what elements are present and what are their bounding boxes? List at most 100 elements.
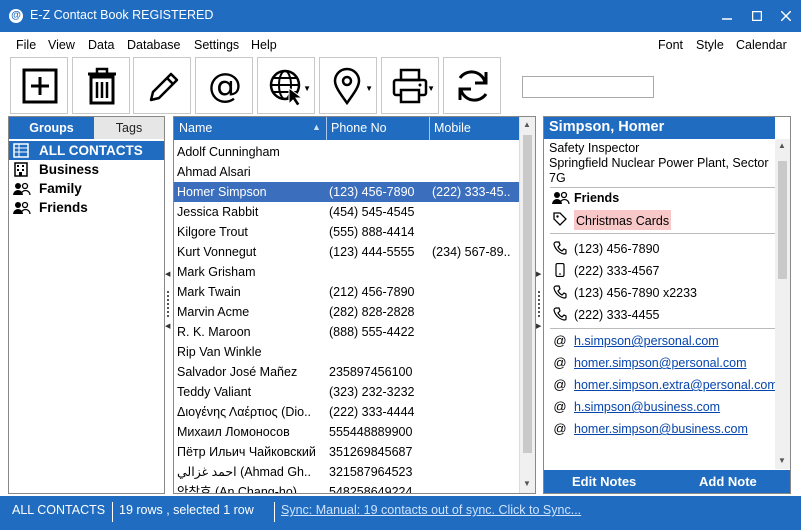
map-dropdown-arrow[interactable]: ▼ <box>365 84 373 93</box>
print-button[interactable]: ▼ <box>381 57 439 114</box>
map-button[interactable]: ▼ <box>319 57 377 114</box>
left-splitter[interactable]: ◀ ◀ <box>165 116 172 494</box>
email-link[interactable]: homer.simpson@business.com <box>574 419 748 439</box>
close-button[interactable] <box>771 0 801 32</box>
menu-database[interactable]: Database <box>127 38 181 52</box>
detail-scrollbar[interactable]: ▲ ▼ <box>775 139 790 469</box>
grid-scrollbar[interactable]: ▲ ▼ <box>519 117 535 493</box>
menu-bar: File View Data Database Settings Help Fo… <box>0 32 801 56</box>
scroll-up-icon[interactable]: ▲ <box>523 120 531 129</box>
menu-file[interactable]: File <box>16 38 36 52</box>
table-row[interactable]: Salvador José Mañez 235897456100 <box>174 362 520 382</box>
table-row[interactable]: Ahmad Alsari <box>174 162 520 182</box>
expand-right-icon[interactable]: ▶ <box>536 322 541 330</box>
sync-button[interactable] <box>443 57 501 114</box>
email-row[interactable]: @ homer.simpson@business.com <box>552 419 778 439</box>
table-row[interactable]: Mark Grisham <box>174 262 520 282</box>
menu-view[interactable]: View <box>48 38 75 52</box>
at-sign-icon: @ <box>553 333 567 348</box>
minimize-button[interactable] <box>712 0 742 32</box>
contacts-grid: Name ▲ Phone No Mobile Adolf Cunningham A… <box>173 116 536 494</box>
divider <box>550 233 775 234</box>
phone-icon <box>552 241 568 257</box>
web-dropdown-arrow[interactable]: ▼ <box>303 84 311 93</box>
email-row[interactable]: @ h.simpson@business.com <box>552 397 778 417</box>
phone-row[interactable]: (222) 333-4455 <box>552 305 778 325</box>
email-row[interactable]: @ h.simpson@personal.com <box>552 331 778 351</box>
scroll-up-icon[interactable]: ▲ <box>778 141 786 150</box>
email-link[interactable]: homer.simpson.extra@personal.com <box>574 375 778 395</box>
table-row[interactable]: 안창호 (An Chang-ho) 548258649224 <box>174 482 520 494</box>
menu-calendar[interactable]: Calendar <box>736 38 787 52</box>
tab-tags[interactable]: Tags <box>94 117 164 139</box>
phone-row[interactable]: (222) 333-4567 <box>552 261 778 281</box>
group-business[interactable]: Business <box>9 160 164 179</box>
phone-value: (222) 333-4567 <box>574 264 660 278</box>
phone-row[interactable]: (123) 456-7890 x2233 <box>552 283 778 303</box>
table-row[interactable]: Διογένης Λαέρτιος (Dio.. (222) 333-4444 <box>174 402 520 422</box>
tag-label: Christmas Cards <box>574 210 672 230</box>
menu-font[interactable]: Font <box>658 38 683 52</box>
group-all-contacts[interactable]: ALL CONTACTS <box>9 141 164 160</box>
menu-style[interactable]: Style <box>696 38 724 52</box>
column-header-name[interactable]: Name <box>179 121 212 135</box>
email-button[interactable]: @ <box>195 57 253 114</box>
contact-name: Simpson, Homer <box>544 117 775 139</box>
menu-help[interactable]: Help <box>251 38 277 52</box>
table-row[interactable]: Kurt Vonnegut (123) 444-5555 (234) 567-89.… <box>174 242 520 262</box>
table-row[interactable]: R. K. Maroon (888) 555-4422 <box>174 322 520 342</box>
table-row[interactable]: Пётр Ильич Чайковский 351269845687 <box>174 442 520 462</box>
cell-phone: (123) 456-7890 <box>329 185 415 199</box>
scroll-down-icon[interactable]: ▼ <box>778 456 786 465</box>
contact-tag[interactable]: Christmas Cards <box>552 210 778 230</box>
expand-left-icon[interactable]: ◀ <box>165 322 170 330</box>
group-family[interactable]: Family <box>9 179 164 198</box>
edit-notes-button[interactable]: Edit Notes <box>572 474 636 489</box>
table-row[interactable]: Adolf Cunningham <box>174 142 520 162</box>
table-row[interactable]: Rip Van Winkle <box>174 342 520 362</box>
contact-group[interactable]: Friends <box>552 188 778 208</box>
maximize-button[interactable] <box>742 0 772 32</box>
edit-contact-button[interactable] <box>133 57 191 114</box>
cell-phone: 321587964523 <box>329 465 413 479</box>
add-note-button[interactable]: Add Note <box>699 474 757 489</box>
email-link[interactable]: h.simpson@business.com <box>574 397 720 417</box>
table-row[interactable]: Mark Twain (212) 456-7890 <box>174 282 520 302</box>
cell-name: Marvin Acme <box>177 305 250 319</box>
table-row[interactable]: Jessica Rabbit (454) 545-4545 <box>174 202 520 222</box>
search-input[interactable] <box>522 76 654 98</box>
scroll-thumb[interactable] <box>778 161 787 279</box>
email-row[interactable]: @ homer.simpson@personal.com <box>552 353 778 373</box>
phone-row[interactable]: (123) 456-7890 <box>552 239 778 259</box>
column-header-phone[interactable]: Phone No <box>331 121 387 135</box>
table-row[interactable]: Михаил Ломоносов 555448889900 <box>174 422 520 442</box>
table-row[interactable]: Marvin Acme (282) 828-2828 <box>174 302 520 322</box>
at-sign-icon: @ <box>553 355 567 370</box>
scroll-thumb[interactable] <box>523 135 532 453</box>
column-header-mobile[interactable]: Mobile <box>434 121 471 135</box>
menu-settings[interactable]: Settings <box>194 38 239 52</box>
table-row[interactable]: Kilgore Trout (555) 888-4414 <box>174 222 520 242</box>
table-row[interactable]: Homer Simpson (123) 456-7890 (222) 333-45.… <box>174 182 520 202</box>
email-row[interactable]: @ homer.simpson.extra@personal.com <box>552 375 778 395</box>
table-row[interactable]: Teddy Valiant (323) 232-3232 <box>174 382 520 402</box>
cell-name: Михаил Ломоносов <box>177 425 290 439</box>
right-splitter[interactable]: ▶ ▶ <box>536 116 543 494</box>
cell-phone: (454) 545-4545 <box>329 205 415 219</box>
sync-status-link[interactable]: Sync: Manual: 19 contacts out of sync. C… <box>281 503 581 517</box>
collapse-left-icon[interactable]: ◀ <box>165 270 170 278</box>
group-friends[interactable]: Friends <box>9 198 164 217</box>
cell-mobile: (234) 567-89.. <box>432 245 511 259</box>
email-link[interactable]: h.simpson@personal.com <box>574 331 719 351</box>
print-dropdown-arrow[interactable]: ▼ <box>427 84 435 93</box>
cell-phone: 548258649224 <box>329 485 413 494</box>
email-link[interactable]: homer.simpson@personal.com <box>574 353 747 373</box>
web-button[interactable]: ▼ <box>257 57 315 114</box>
menu-data[interactable]: Data <box>88 38 114 52</box>
table-row[interactable]: احمد غزالي (Ahmad Gh.. 321587964523 <box>174 462 520 482</box>
delete-contact-button[interactable] <box>72 57 130 114</box>
add-contact-button[interactable] <box>10 57 68 114</box>
tab-groups[interactable]: Groups <box>9 117 94 139</box>
scroll-down-icon[interactable]: ▼ <box>523 479 531 488</box>
collapse-right-icon[interactable]: ▶ <box>536 270 541 278</box>
